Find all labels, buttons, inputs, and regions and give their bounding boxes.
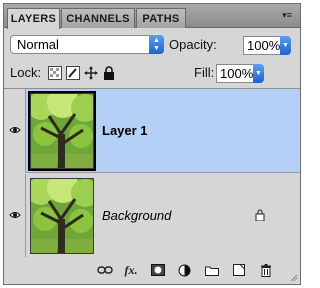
lock-transparent-pixels-icon[interactable] — [48, 66, 62, 80]
resize-grip-icon[interactable] — [288, 272, 298, 282]
layers-panel: LAYERS CHANNELS PATHS ▾≡ Normal ▲ ▼ Opaci… — [3, 3, 301, 285]
fill-field[interactable]: 100% — [216, 64, 254, 83]
layer-row-layer-1[interactable]: Layer 1 — [4, 89, 300, 173]
lock-icon — [255, 209, 265, 221]
adjustment-layer-icon[interactable] — [176, 263, 192, 277]
blend-mode-value: Normal — [17, 37, 59, 52]
layer-name[interactable]: Background — [102, 208, 171, 223]
blend-mode-select[interactable]: Normal ▲ ▼ — [10, 35, 164, 54]
trash-icon[interactable] — [258, 263, 274, 277]
fx-icon[interactable]: fx. — [123, 263, 139, 277]
tab-bar: LAYERS CHANNELS PATHS ▾≡ — [4, 4, 300, 29]
select-arrows-icon: ▲ ▼ — [149, 35, 164, 54]
opacity-field[interactable]: 100% — [243, 36, 281, 55]
lock-position-icon[interactable] — [84, 66, 98, 80]
lock-image-pixels-icon[interactable] — [66, 66, 80, 80]
panel-menu-icon[interactable]: ▾≡ — [279, 8, 295, 22]
layer-name[interactable]: Layer 1 — [102, 123, 148, 138]
tab-paths[interactable]: PATHS — [136, 8, 186, 28]
tab-channels[interactable]: CHANNELS — [61, 8, 135, 28]
visibility-cell[interactable] — [4, 174, 26, 258]
layer-row-background[interactable]: Background — [4, 174, 300, 258]
layer-thumbnail[interactable] — [30, 178, 94, 254]
fill-dropdown-icon[interactable]: ▼ — [253, 64, 264, 83]
layer-thumbnail[interactable] — [28, 91, 96, 171]
layers-list: Layer 1 Background — [4, 88, 300, 258]
tab-layers[interactable]: LAYERS — [7, 8, 60, 29]
opacity-dropdown-icon[interactable]: ▼ — [280, 36, 291, 55]
lock-all-icon[interactable] — [102, 66, 116, 80]
opacity-label: Opacity: — [169, 37, 217, 52]
lock-label: Lock: — [10, 65, 42, 80]
fill-label: Fill: — [194, 65, 215, 80]
new-layer-icon[interactable] — [231, 263, 247, 277]
visibility-cell[interactable] — [4, 89, 26, 173]
link-layers-icon[interactable] — [97, 263, 113, 277]
layer-mask-icon[interactable] — [150, 263, 166, 277]
layers-footer: fx. — [4, 257, 300, 284]
group-folder-icon[interactable] — [204, 263, 220, 277]
eye-icon[interactable] — [9, 124, 21, 136]
eye-icon[interactable] — [9, 209, 21, 221]
